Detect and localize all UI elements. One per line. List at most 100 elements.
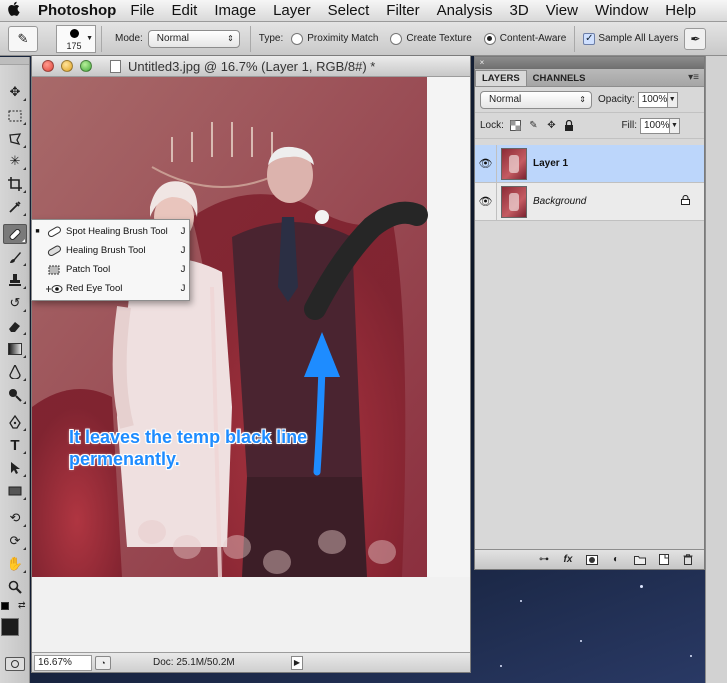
minimize-window-button[interactable] xyxy=(61,60,73,72)
path-selection-tool-icon[interactable] xyxy=(3,458,27,478)
trash-delete-icon[interactable] xyxy=(678,553,698,567)
flyout-item-red-eye[interactable]: Red Eye Tool J xyxy=(32,279,191,298)
blend-opacity-row: Normal ⇕ Opacity: 100% ▼ xyxy=(475,87,704,113)
zoom-level-field[interactable]: 16.67% xyxy=(34,654,92,671)
tool-preset-picker[interactable]: ✎ xyxy=(8,25,38,52)
quick-selection-tool-icon[interactable]: ✳ xyxy=(3,151,27,171)
apple-menu-icon[interactable] xyxy=(0,1,28,20)
marquee-tool-icon[interactable] xyxy=(3,106,27,126)
sample-all-layers-checkbox[interactable]: ✓ xyxy=(583,32,596,45)
app-name-menu[interactable]: Photoshop xyxy=(38,2,116,19)
swap-colors-icon[interactable]: ⇄ xyxy=(18,600,26,611)
hand-tool-icon[interactable]: ✋ xyxy=(3,554,27,574)
status-menu-button[interactable]: ▶ xyxy=(291,655,303,670)
crop-tool-icon[interactable] xyxy=(3,174,27,194)
flyout-item-healing-brush[interactable]: Healing Brush Tool J xyxy=(32,241,191,260)
gradient-tool-icon[interactable] xyxy=(3,339,27,359)
fill-slider-toggle[interactable]: ▼ xyxy=(670,117,680,134)
close-panel-icon[interactable]: × xyxy=(478,59,486,67)
lock-all-icon[interactable] xyxy=(563,119,576,132)
flyout-label: Patch Tool xyxy=(66,264,111,275)
menu-view[interactable]: View xyxy=(546,2,578,19)
flyout-label: Healing Brush Tool xyxy=(66,245,146,256)
opacity-slider-toggle[interactable]: ▼ xyxy=(667,91,678,108)
3d-rotate-tool-icon[interactable]: ⟲ xyxy=(3,508,27,528)
panel-header[interactable]: × xyxy=(475,57,704,69)
add-mask-icon[interactable] xyxy=(582,553,602,567)
link-layers-icon[interactable]: ⊶ xyxy=(534,553,554,567)
dodge-tool-icon[interactable] xyxy=(3,385,27,405)
eraser-tool-icon[interactable] xyxy=(3,316,27,336)
document-title: Untitled3.jpg @ 16.7% (Layer 1, RGB/8#) … xyxy=(110,59,375,74)
layer-row-background[interactable]: 👁 Background xyxy=(475,182,704,221)
pressure-size-button[interactable]: ✒ xyxy=(684,27,707,50)
type-tool-icon[interactable]: T xyxy=(3,435,27,455)
tab-layers[interactable]: LAYERS xyxy=(475,70,527,86)
spot-healing-brush-icon: ✎ xyxy=(17,30,29,46)
sample-all-layers-label: Sample All Layers xyxy=(598,33,679,44)
adjustment-layer-icon[interactable]: ◐ xyxy=(606,553,626,567)
menu-analysis[interactable]: Analysis xyxy=(437,2,493,19)
flyout-item-patch[interactable]: Patch Tool J xyxy=(32,260,191,279)
lock-image-brush-icon[interactable]: ✎ xyxy=(527,119,540,132)
bandage-icon xyxy=(42,243,66,259)
mode-select[interactable]: Normal ⇕ xyxy=(147,29,240,48)
radio-content-aware[interactable] xyxy=(483,32,496,45)
quick-mask-button[interactable] xyxy=(5,657,25,671)
zoom-window-button[interactable] xyxy=(80,60,92,72)
menu-3d[interactable]: 3D xyxy=(510,2,529,19)
tools-panel-grip[interactable] xyxy=(0,57,29,65)
move-tool-icon[interactable]: ✥ xyxy=(3,82,27,102)
document-titlebar[interactable]: Untitled3.jpg @ 16.7% (Layer 1, RGB/8#) … xyxy=(32,56,470,77)
collapsed-panel-dock[interactable] xyxy=(705,56,727,683)
lock-fill-row: Lock: ✎ ✥ Fill: 100% ▼ xyxy=(475,113,704,139)
menu-edit[interactable]: Edit xyxy=(172,2,198,19)
menu-window[interactable]: Window xyxy=(595,2,648,19)
blend-mode-value: Normal xyxy=(489,94,522,105)
lock-transparent-icon[interactable] xyxy=(509,119,522,132)
annotation-line-2: permenantly. xyxy=(69,449,180,469)
radio-texture-label: Create Texture xyxy=(406,33,472,44)
lock-position-icon[interactable]: ✥ xyxy=(545,119,558,132)
spot-healing-brush-tool-icon[interactable] xyxy=(3,224,27,244)
tab-channels[interactable]: CHANNELS xyxy=(527,70,592,86)
radio-proximity-match[interactable] xyxy=(291,32,304,45)
menu-layer[interactable]: Layer xyxy=(273,2,311,19)
close-window-button[interactable] xyxy=(42,60,54,72)
menu-select[interactable]: Select xyxy=(328,2,370,19)
foreground-color-swatch[interactable] xyxy=(1,618,19,636)
brush-picker[interactable]: 175 ▼ xyxy=(56,24,96,53)
visibility-eye-icon[interactable]: 👁 xyxy=(475,144,497,183)
3d-orbit-tool-icon[interactable]: ⟳ xyxy=(3,531,27,551)
menu-filter[interactable]: Filter xyxy=(386,2,419,19)
fill-field[interactable]: 100% xyxy=(640,117,670,134)
flyout-item-spot-healing[interactable]: ■ Spot Healing Brush Tool J xyxy=(32,222,191,241)
layer-style-fx-icon[interactable]: fx xyxy=(558,553,578,567)
new-group-folder-icon[interactable] xyxy=(630,553,650,567)
blur-tool-icon[interactable] xyxy=(3,362,27,382)
pen-tool-icon[interactable] xyxy=(3,412,27,432)
layer-name: Layer 1 xyxy=(533,158,569,169)
new-layer-icon[interactable] xyxy=(654,553,674,567)
menu-image[interactable]: Image xyxy=(214,2,256,19)
visibility-eye-icon[interactable]: 👁 xyxy=(475,182,497,221)
brush-tool-icon[interactable] xyxy=(3,247,27,267)
panel-menu-icon[interactable]: ▾≡ xyxy=(688,72,699,83)
blend-mode-select[interactable]: Normal ⇕ xyxy=(480,90,592,109)
layer-row-layer-1[interactable]: 👁 Layer 1 xyxy=(475,144,704,183)
menu-help[interactable]: Help xyxy=(665,2,696,19)
zoom-tool-icon[interactable] xyxy=(3,577,27,597)
rectangle-tool-icon[interactable] xyxy=(3,481,27,501)
radio-create-texture[interactable] xyxy=(390,32,403,45)
status-info-icon[interactable]: ◔ xyxy=(95,655,111,670)
history-brush-tool-icon[interactable]: ↺ xyxy=(3,293,27,313)
brush-size-value: 175 xyxy=(66,40,82,51)
menu-file[interactable]: File xyxy=(130,2,154,19)
opacity-field[interactable]: 100% xyxy=(637,91,668,108)
lasso-tool-icon[interactable] xyxy=(3,129,27,149)
eyedropper-tool-icon[interactable] xyxy=(3,197,27,217)
document-canvas[interactable] xyxy=(32,77,470,653)
default-colors-icon[interactable] xyxy=(1,602,9,610)
desktop-star xyxy=(500,665,502,667)
clone-stamp-tool-icon[interactable] xyxy=(3,270,27,290)
